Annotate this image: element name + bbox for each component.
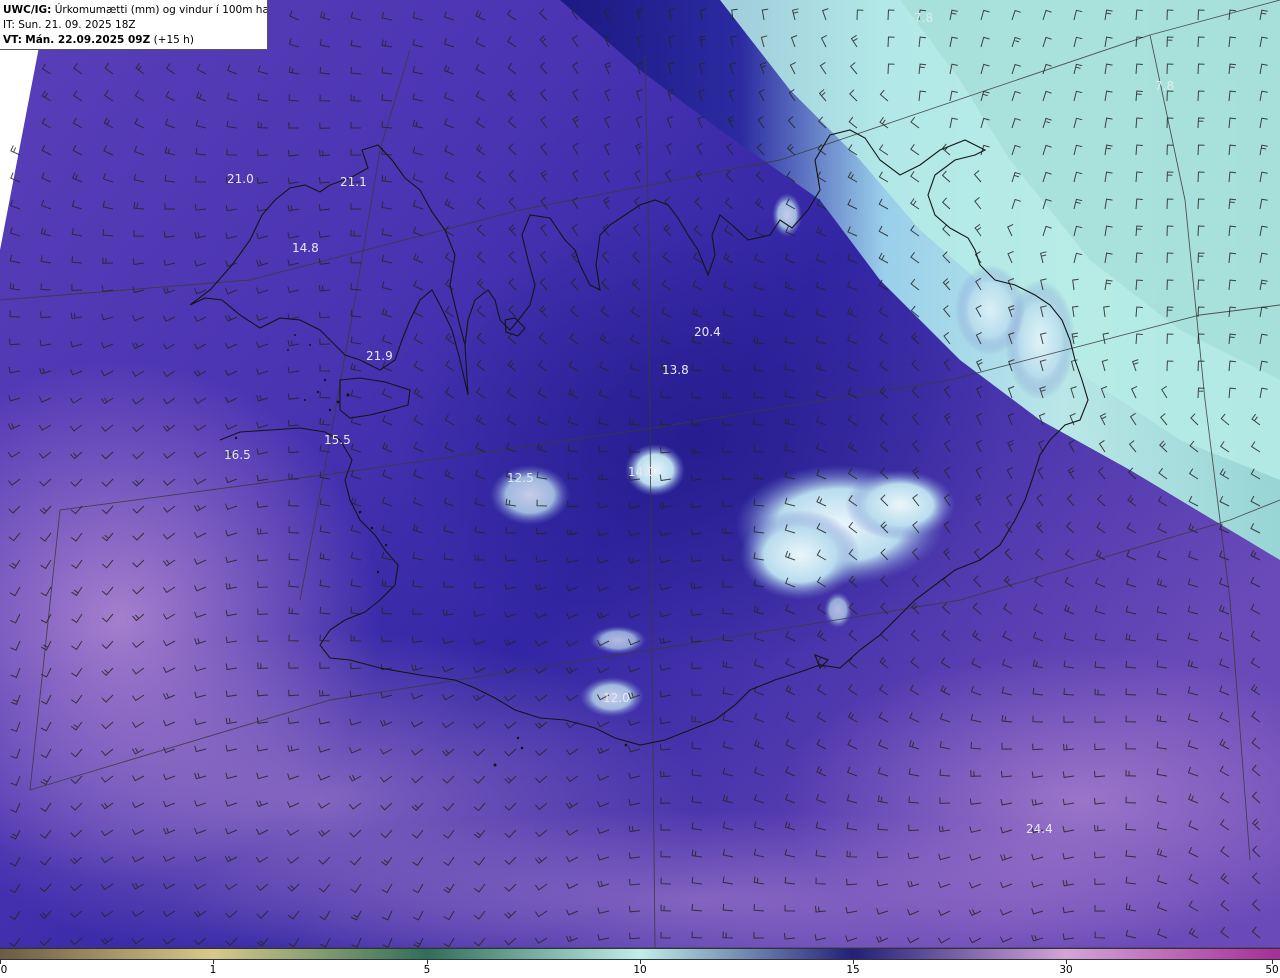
init-time: IT: Sun. 21. 09. 2025 18Z: [3, 19, 136, 31]
product-code: UWC/IG:: [3, 4, 52, 16]
colorbar-tick-label: 15: [846, 964, 860, 976]
colorbar-tick-label: 0: [0, 964, 8, 976]
colorbar-tick-label: 30: [1059, 964, 1073, 976]
valid-time-prefix: VT:: [3, 34, 22, 46]
precipitation-wind-map: 7.8 7.8 21.0 21.1 14.8 20.4 13.8 21.9 15…: [0, 0, 1280, 948]
station-value: 13.8: [662, 363, 689, 377]
station-value: 21.9: [366, 349, 393, 363]
product-line: UWC/IG: Úrkomumætti (mm) og vindur í 100…: [3, 3, 267, 18]
station-value: 7.8: [1155, 79, 1174, 93]
map-panel: 7.8 7.8 21.0 21.1 14.8 20.4 13.8 21.9 15…: [0, 0, 1280, 948]
valid-time-date: Mán. 22.09.2025 09Z: [25, 34, 151, 46]
station-value: 16.5: [224, 448, 251, 462]
colorbar-tick-label: 1: [209, 964, 217, 976]
colorbar-legend: 0 1 5 10 15 30 50: [0, 948, 1280, 978]
station-value: 21.0: [227, 172, 254, 186]
station-value: 20.4: [694, 325, 721, 339]
station-value: 21.1: [340, 175, 367, 189]
colorbar-strip: [0, 948, 1280, 960]
colorbar-tick-label: 10: [633, 964, 647, 976]
station-value: 12.0: [603, 691, 630, 705]
station-value: 15.5: [324, 433, 351, 447]
valid-time-line: VT: Mán. 22.09.2025 09Z (+15 h): [3, 33, 264, 48]
map-title-box: UWC/IG: Úrkomumætti (mm) og vindur í 100…: [0, 0, 268, 50]
station-value: 7.8: [914, 11, 933, 25]
station-value: 14.0: [628, 465, 655, 479]
station-value: 12.5: [507, 471, 534, 485]
valid-time-offset: (+15 h): [153, 34, 194, 46]
colorbar-tick-label: 5: [423, 964, 431, 976]
colorbar-tick-label: 50: [1265, 964, 1279, 976]
station-value: 14.8: [292, 241, 319, 255]
station-value: 24.4: [1026, 822, 1053, 836]
product-description: Úrkomumætti (mm) og vindur í 100m hæð: [54, 4, 268, 16]
